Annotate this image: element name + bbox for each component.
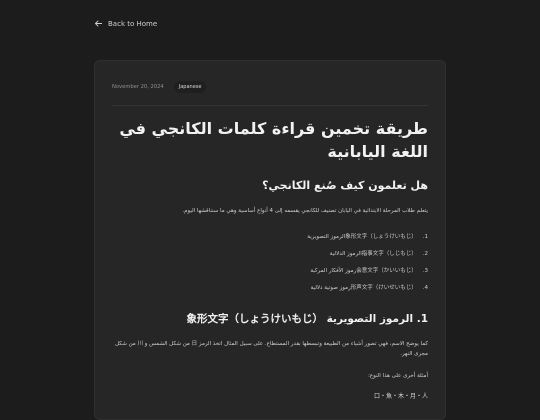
- arrow-left-icon: [94, 20, 103, 27]
- tag-badge[interactable]: Japanese: [173, 81, 207, 93]
- subsection-heading: 1. الرموز التصويرية 象形文字（しょうけいもじ）: [186, 313, 428, 325]
- article-date: November 20, 2024: [112, 84, 164, 90]
- pictograms-paragraph: كما يوضح الاسم، فهي تصور أشياء من الطبيع…: [115, 341, 428, 357]
- list-item: 2. 指事文字（しじもじ）الرموز الدلالية: [110, 246, 428, 263]
- list-item-text: 形声文字（けいせいもじ）رموز صوتية دلالية: [310, 285, 417, 291]
- list-item-text: 会意文字（かいいもじ）رموز الأفكار المركبة: [310, 268, 417, 274]
- divider: [112, 105, 428, 106]
- list-item-number: 1.: [422, 234, 428, 240]
- kanji-types-list: 1. 象形文字（しょうけいもじ）الرموز التصويرية 2. 指事文字…: [110, 229, 428, 297]
- list-item-number: 4.: [422, 285, 428, 291]
- list-item-text: 指事文字（しじもじ）الرموز الدلالية: [329, 251, 417, 257]
- section-heading: هل تعلمون كيف صُنع الكانجي؟: [262, 179, 428, 192]
- list-item: 4. 形声文字（けいせいもじ）رموز صوتية دلالية: [110, 280, 428, 297]
- examples-kanji: 口・魚・木・月・人: [373, 393, 428, 400]
- article-card: November 20, 2024 Japanese طريقة تخمين ق…: [94, 60, 446, 420]
- article-meta: November 20, 2024 Japanese: [112, 81, 207, 93]
- list-item-text: 象形文字（しょうけいもじ）الرموز التصويرية: [307, 234, 417, 240]
- intro-paragraph: يتعلم طلاب المرحلة الابتدائية في اليابان…: [182, 208, 428, 214]
- back-to-home-label: Back to Home: [108, 19, 158, 28]
- list-item-number: 3.: [422, 268, 428, 274]
- list-item: 1. 象形文字（しょうけいもじ）الرموز التصويرية: [110, 229, 428, 246]
- list-item-number: 2.: [422, 251, 428, 257]
- article-title: طريقة تخمين قراءة كلمات الكانجي في اللغة…: [119, 119, 428, 161]
- examples-label: أمثلة أخرى على هذا النوع:: [367, 373, 428, 379]
- list-item: 3. 会意文字（かいいもじ）رموز الأفكار المركبة: [110, 263, 428, 280]
- back-to-home-link[interactable]: Back to Home: [94, 19, 157, 28]
